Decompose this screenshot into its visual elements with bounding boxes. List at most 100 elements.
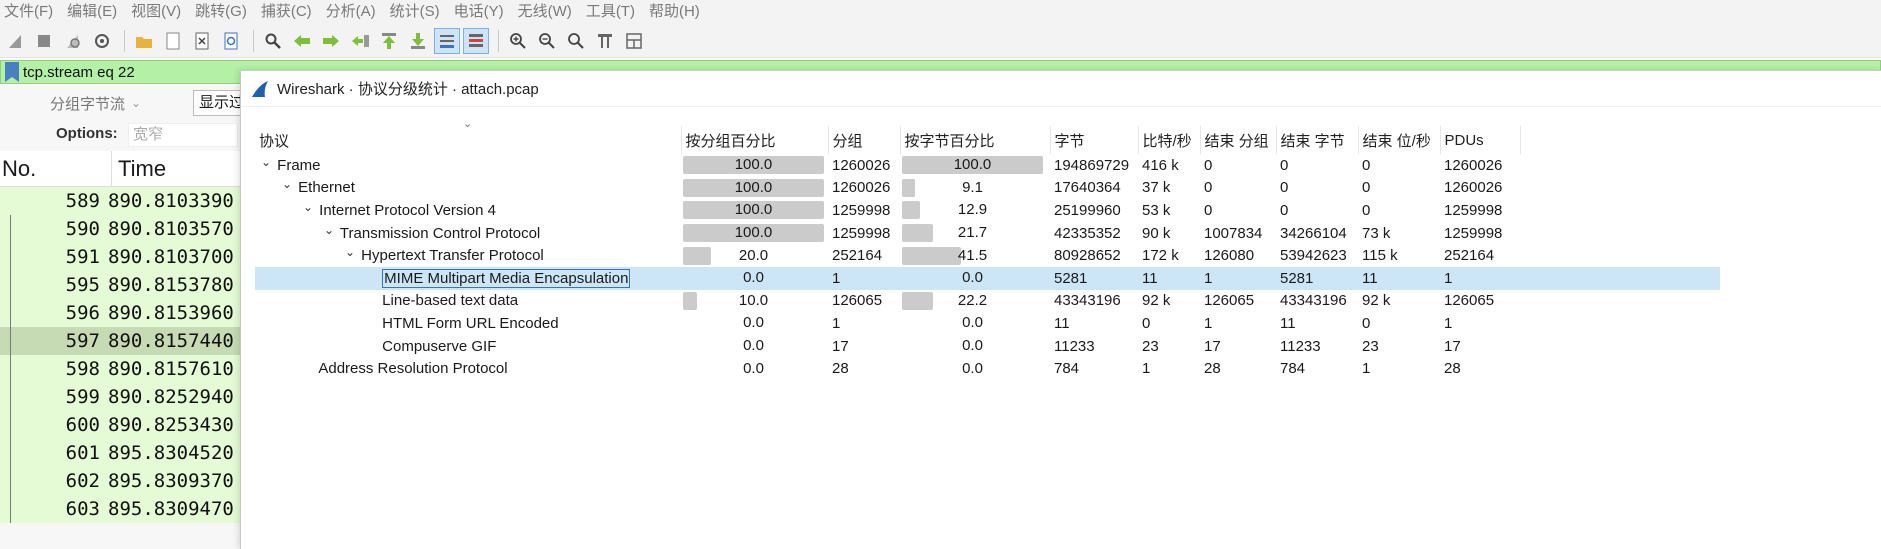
packet-row[interactable]: 589 890.8103390 xyxy=(0,187,240,215)
packet-percent-bar-container: 0.0 xyxy=(681,335,826,357)
packet-row[interactable]: 600 890.8253430 xyxy=(0,411,240,439)
packet-row[interactable]: 596 890.8153960 xyxy=(0,299,240,327)
packet-row[interactable]: 599 890.8252940 xyxy=(0,383,240,411)
stop-icon[interactable] xyxy=(31,28,57,54)
col-end-bps-header[interactable]: 结束 位/秒 xyxy=(1358,126,1441,154)
packet-percent-cell: 100.0 xyxy=(681,222,828,245)
bits-per-sec-cell: 37 k xyxy=(1142,179,1171,197)
table-row[interactable]: ⌄ Ethernet 100.0 1260026 9.1 17640364 37 k 0 0 0… xyxy=(255,177,1720,200)
packet-row[interactable]: 602 895.8309370 xyxy=(0,467,240,495)
col-packets-header[interactable]: 分组 xyxy=(828,126,901,154)
table-row[interactable]: HTML Form URL Encoded 0.0 1 0.0 11 0 1 11 0 1 xyxy=(255,312,1720,335)
layout-grid-icon[interactable] xyxy=(621,28,647,54)
find-packet-icon[interactable] xyxy=(260,28,286,54)
packet-row[interactable]: 590 890.8103570 xyxy=(0,215,240,243)
go-forward-icon[interactable] xyxy=(318,28,344,54)
expand-chevron-icon[interactable]: ⌄ xyxy=(343,245,357,259)
go-back-icon[interactable] xyxy=(289,28,315,54)
packet-no: 602 xyxy=(65,470,100,492)
bytes-cell: 25199960 xyxy=(1054,201,1121,219)
table-row[interactable]: ⌄ Hypertext Transfer Protocol 20.0 252164 4… xyxy=(255,244,1720,267)
end-packets-cell: 1007834 xyxy=(1204,224,1263,242)
bookmark-icon[interactable] xyxy=(5,62,19,82)
packet-time: 895.8309370 xyxy=(108,470,234,492)
table-row[interactable]: ⌄ Internet Protocol Version 4 100.0 125999… xyxy=(255,199,1720,222)
table-row[interactable]: MIME Multipart Media Encapsulation 0.0 1 0.… xyxy=(255,266,1720,290)
restart-icon[interactable] xyxy=(60,28,86,54)
protocol-cell: Line-based text data xyxy=(255,290,681,313)
go-first-packet-icon[interactable] xyxy=(376,28,402,54)
col-end-bytes-header[interactable]: 结束 字节 xyxy=(1276,126,1359,154)
menu-item[interactable]: 文件(F) xyxy=(0,0,60,24)
expand-chevron-icon[interactable]: ⌄ xyxy=(301,200,315,214)
protocol-cell: Address Resolution Protocol xyxy=(255,357,681,380)
autoscroll-icon[interactable] xyxy=(434,27,460,54)
packets-cell: 1 xyxy=(828,266,900,290)
resize-columns-icon[interactable] xyxy=(592,28,618,54)
save-file-icon[interactable] xyxy=(160,28,186,54)
packet-row[interactable]: 595 890.8153780 xyxy=(0,271,240,299)
col-byte-percent-header[interactable]: 按字节百分比 xyxy=(900,126,1051,154)
col-end-packets-header[interactable]: 结束 分组 xyxy=(1200,126,1277,154)
end-bytes-cell: 34266104 xyxy=(1280,224,1347,242)
col-protocol-header[interactable]: 协议 xyxy=(255,126,682,154)
packet-row[interactable]: 598 890.8157610 xyxy=(0,355,240,383)
table-row[interactable]: ⌄ Frame 100.0 1260026 100.0 194869729 416 k 0 0… xyxy=(255,154,1720,177)
open-folder-icon[interactable] xyxy=(131,28,157,54)
table-row[interactable]: Line-based text data 10.0 126065 22.2 433431… xyxy=(255,290,1720,313)
packet-no: 598 xyxy=(65,358,100,380)
menu-item[interactable]: 统计(S) xyxy=(383,0,447,24)
menu-item[interactable]: 帮助(H) xyxy=(642,0,707,24)
packets-cell: 1259998 xyxy=(832,224,891,242)
table-row[interactable]: ⌄ Transmission Control Protocol 100.0 1259… xyxy=(255,222,1720,245)
end-packets-cell: 28 xyxy=(1204,360,1221,378)
menu-item[interactable]: 工具(T) xyxy=(579,0,642,24)
column-time[interactable]: Time xyxy=(112,156,166,182)
reload-icon[interactable] xyxy=(218,28,244,54)
protocol-cell: ⌄ Hypertext Transfer Protocol xyxy=(255,244,681,267)
colorize-icon[interactable] xyxy=(463,27,489,54)
pdus-cell: 1260026 xyxy=(1444,156,1503,174)
packet-row[interactable]: 601 895.8304520 xyxy=(0,439,240,467)
pdus-cell: 126065 xyxy=(1444,292,1495,310)
go-to-packet-icon[interactable] xyxy=(347,28,373,54)
conversation-line xyxy=(10,271,11,299)
expand-chevron-icon[interactable]: ⌄ xyxy=(322,223,336,237)
close-file-icon[interactable] xyxy=(189,28,215,54)
menu-item[interactable]: 视图(V) xyxy=(124,0,188,24)
zoom-in-icon[interactable] xyxy=(505,28,531,54)
packet-percent-bar-container: 0.0 xyxy=(681,358,826,380)
packet-no: 601 xyxy=(65,442,100,464)
zoom-out-icon[interactable] xyxy=(534,28,560,54)
menu-item[interactable]: 捕获(C) xyxy=(254,0,319,24)
byte-percent-cell: 22.2 xyxy=(900,290,1050,313)
packet-row[interactable]: 597 890.8157440 xyxy=(0,327,240,355)
menu-item[interactable]: 无线(W) xyxy=(511,0,579,24)
conversation-line xyxy=(10,355,11,383)
table-row[interactable]: Compuserve GIF 0.0 17 0.0 11233 23 17 11233 23 17 xyxy=(255,335,1720,358)
expand-chevron-icon[interactable]: ⌄ xyxy=(280,177,294,191)
byte-percent-bar-container: 22.2 xyxy=(900,290,1045,312)
packet-percent-cell: 0.0 xyxy=(681,335,828,358)
column-no[interactable]: No. xyxy=(0,150,112,187)
packet-row[interactable]: 603 895.8309470 xyxy=(0,495,240,523)
options-input[interactable]: 宽窄 xyxy=(128,123,238,147)
shark-fin-start-icon[interactable] xyxy=(2,28,28,54)
menu-item[interactable]: 电话(Y) xyxy=(447,0,511,24)
packet-no: 600 xyxy=(65,414,100,436)
col-packet-percent-header[interactable]: 按分组百分比 xyxy=(681,126,829,154)
menu-item[interactable]: 编辑(E) xyxy=(60,0,124,24)
menu-item[interactable]: 分析(A) xyxy=(319,0,383,24)
zoom-normal-icon[interactable] xyxy=(563,28,589,54)
table-row[interactable]: Address Resolution Protocol 0.0 28 0.0 784 1 2… xyxy=(255,357,1720,380)
col-bits-per-sec-header[interactable]: 比特/秒 xyxy=(1138,126,1201,154)
byte-stream-selector[interactable]: 分组字节流 ⌄ xyxy=(50,91,164,115)
col-pdus-header[interactable]: PDUs xyxy=(1440,126,1521,154)
menu-item[interactable]: 跳转(G) xyxy=(188,0,254,24)
capture-options-icon[interactable] xyxy=(89,28,115,54)
packet-list-header: No. Time xyxy=(0,150,240,187)
col-bytes-header[interactable]: 字节 xyxy=(1050,126,1139,154)
expand-chevron-icon[interactable]: ⌄ xyxy=(259,155,273,169)
go-last-packet-icon[interactable] xyxy=(405,28,431,54)
packet-row[interactable]: 591 890.8103700 xyxy=(0,243,240,271)
